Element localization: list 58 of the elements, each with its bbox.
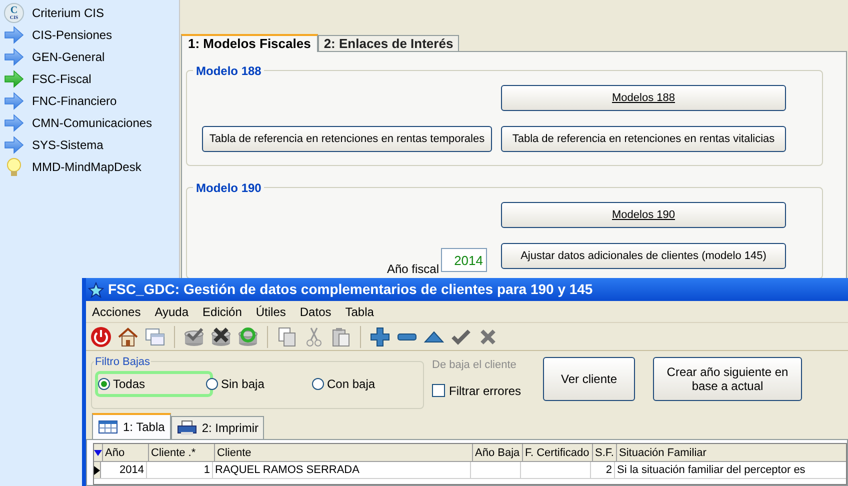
copy-icon[interactable] [276, 326, 298, 348]
plus-icon[interactable] [369, 326, 391, 348]
tab[interactable]: 1: Modelos Fiscales [181, 34, 318, 52]
sidebar-item[interactable]: CIS-Pensiones [0, 24, 179, 46]
field-label: Año fiscal [387, 261, 440, 278]
disk-x-icon[interactable] [210, 326, 232, 348]
sidebar-item[interactable]: FSC-Fiscal [0, 68, 179, 90]
disk-check-icon[interactable] [183, 326, 205, 348]
column-header[interactable]: Cliente [215, 444, 473, 461]
menu-item[interactable]: Edición [202, 302, 242, 320]
checkbox[interactable]: Filtrar errores [432, 382, 522, 400]
sort-icon [94, 450, 102, 456]
radio-button[interactable]: Con baja [312, 374, 380, 394]
button[interactable]: Ver cliente [543, 357, 636, 401]
sidebar-item[interactable]: SYS-Sistema [0, 134, 179, 156]
table-cell: RAQUEL RAMOS SERRADA [213, 462, 471, 478]
table-cell: 2014 [101, 462, 147, 478]
column-header[interactable]: S.F. [593, 444, 617, 461]
table-cell: 1 [147, 462, 213, 478]
year-field[interactable]: 2014 [441, 248, 487, 272]
menu-item[interactable]: Tabla [345, 302, 374, 320]
menu-item[interactable]: Datos [300, 302, 332, 320]
sidebar-item[interactable]: MMD-MindMapDesk [0, 156, 179, 178]
home-icon[interactable] [117, 326, 139, 348]
button[interactable]: Tabla de referencia en retenciones en rentas temporales [202, 126, 492, 152]
table-icon [98, 420, 118, 434]
menu-item[interactable]: Acciones [92, 302, 141, 320]
button[interactable]: Ajustar datos adicionales de clientes (modelo 145) [501, 243, 786, 269]
disk-refresh-icon[interactable] [237, 326, 259, 348]
printer-icon [176, 420, 197, 436]
tab[interactable]: 1: Tabla [92, 413, 171, 439]
table-cell: Si la situación familiar del perceptor es [615, 462, 848, 478]
button[interactable]: Modelos 190 [501, 202, 786, 228]
button[interactable]: Modelos 188 [501, 85, 786, 111]
windows-icon[interactable] [144, 326, 166, 348]
column-header[interactable]: Año [103, 444, 149, 461]
row-pointer-icon [94, 466, 100, 474]
window-title: FSC_GDC: Gestión de datos complementarios de clientes para 190 y 145 [108, 280, 593, 299]
group-title: Filtro Bajas [94, 354, 152, 370]
star-icon [88, 282, 104, 298]
section-label: De baja el cliente [432, 358, 518, 373]
sidebar-item[interactable]: FNC-Financiero [0, 90, 179, 112]
light-bulb-icon [4, 157, 24, 177]
column-header[interactable]: Situación Familiar [617, 444, 848, 461]
tab[interactable]: 2: Imprimir [170, 416, 264, 439]
column-header[interactable]: Año Baja [473, 444, 523, 461]
sidebar-item[interactable]: CMN-Comunicaciones [0, 112, 179, 134]
table-cell: 2 [591, 462, 615, 478]
column-header[interactable]: Cliente .* [149, 444, 215, 461]
button[interactable]: Crear año siguiente en base a actual [653, 357, 802, 401]
button[interactable]: Tabla de referencia en retenciones en rentas vitalicias [501, 126, 786, 152]
menu-item[interactable]: Ayuda [154, 302, 189, 320]
tab[interactable]: 2: Enlaces de Interés [318, 35, 460, 51]
paste-icon[interactable] [330, 326, 352, 348]
menu-item[interactable]: Útiles [256, 302, 286, 320]
column-header[interactable]: F. Certificado [523, 444, 593, 461]
power-icon[interactable] [90, 326, 112, 348]
sidebar-item[interactable]: GEN-General [0, 46, 179, 68]
